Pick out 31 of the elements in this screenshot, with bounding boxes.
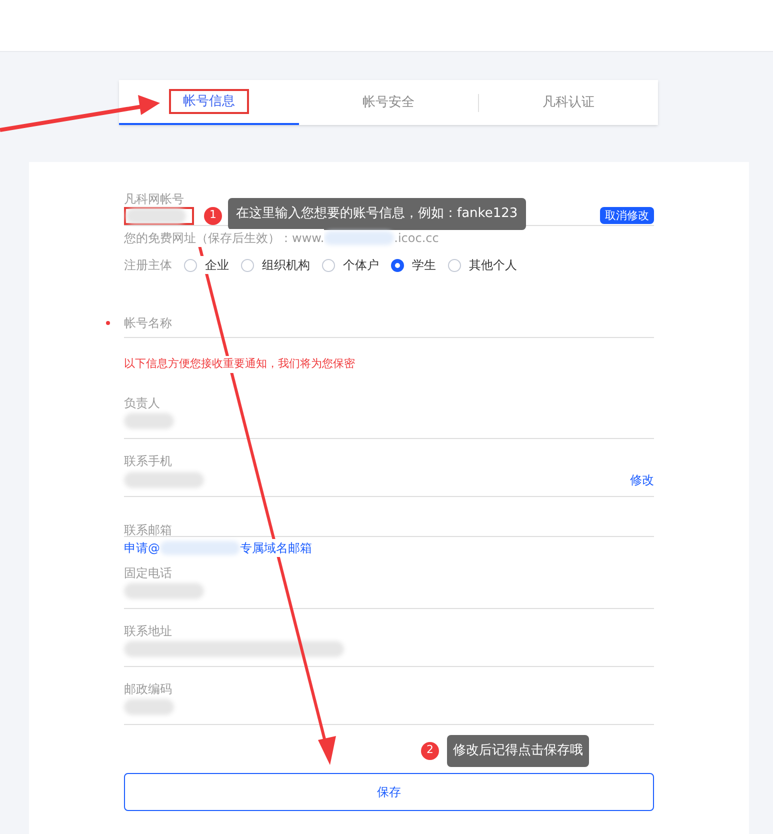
tip-number: 1 — [204, 206, 222, 224]
edit-link[interactable]: 修改 — [630, 470, 654, 488]
tip-bubble: 在这里输入您想要的账号信息，例如：fanke123 — [228, 198, 526, 230]
field-label: 负责人 — [124, 394, 161, 410]
account-input[interactable] — [124, 206, 194, 224]
save-button[interactable]: 保存 — [124, 772, 654, 810]
radio-option[interactable]: 其他个人 — [448, 256, 517, 274]
radio-option[interactable]: 组织机构 — [241, 256, 310, 274]
radio-option[interactable]: 学生 — [391, 256, 436, 274]
tab[interactable]: 凡科认证 — [479, 80, 658, 125]
field-label: 固定电话 — [124, 564, 173, 580]
radio-option[interactable]: 个体户 — [322, 256, 379, 274]
field-label: 帐号名称 — [124, 314, 172, 332]
cancel-edit-button[interactable]: 取消修改 — [600, 207, 654, 224]
redacted-value — [124, 412, 174, 428]
field-label: 联系手机 — [124, 452, 173, 468]
url-prefix: 您的免费网址（保存后生效）：www. — [124, 229, 324, 247]
radio-option[interactable]: 企业 — [184, 256, 229, 274]
field-label: 注册主体 — [124, 257, 172, 274]
privacy-notice: 以下信息方便您接收重要通知，我们将为您保密 — [124, 356, 355, 372]
field-label: 联系地址 — [124, 622, 173, 638]
redacted-value — [324, 231, 394, 245]
field-label: 联系邮箱 — [124, 522, 172, 536]
field-label: 邮政编码 — [124, 680, 173, 696]
email-apply-link[interactable]: 申请@ 专属域名邮箱 — [124, 538, 312, 556]
tip-bubble: 修改后记得点击保存哦 — [447, 734, 589, 766]
redacted-value — [124, 698, 174, 714]
url-suffix: .icoc.cc — [394, 230, 439, 247]
tip-number: 2 — [421, 742, 439, 760]
field-label: 凡科网帐号 — [124, 192, 185, 206]
tab[interactable]: 帐号安全 — [298, 80, 478, 125]
